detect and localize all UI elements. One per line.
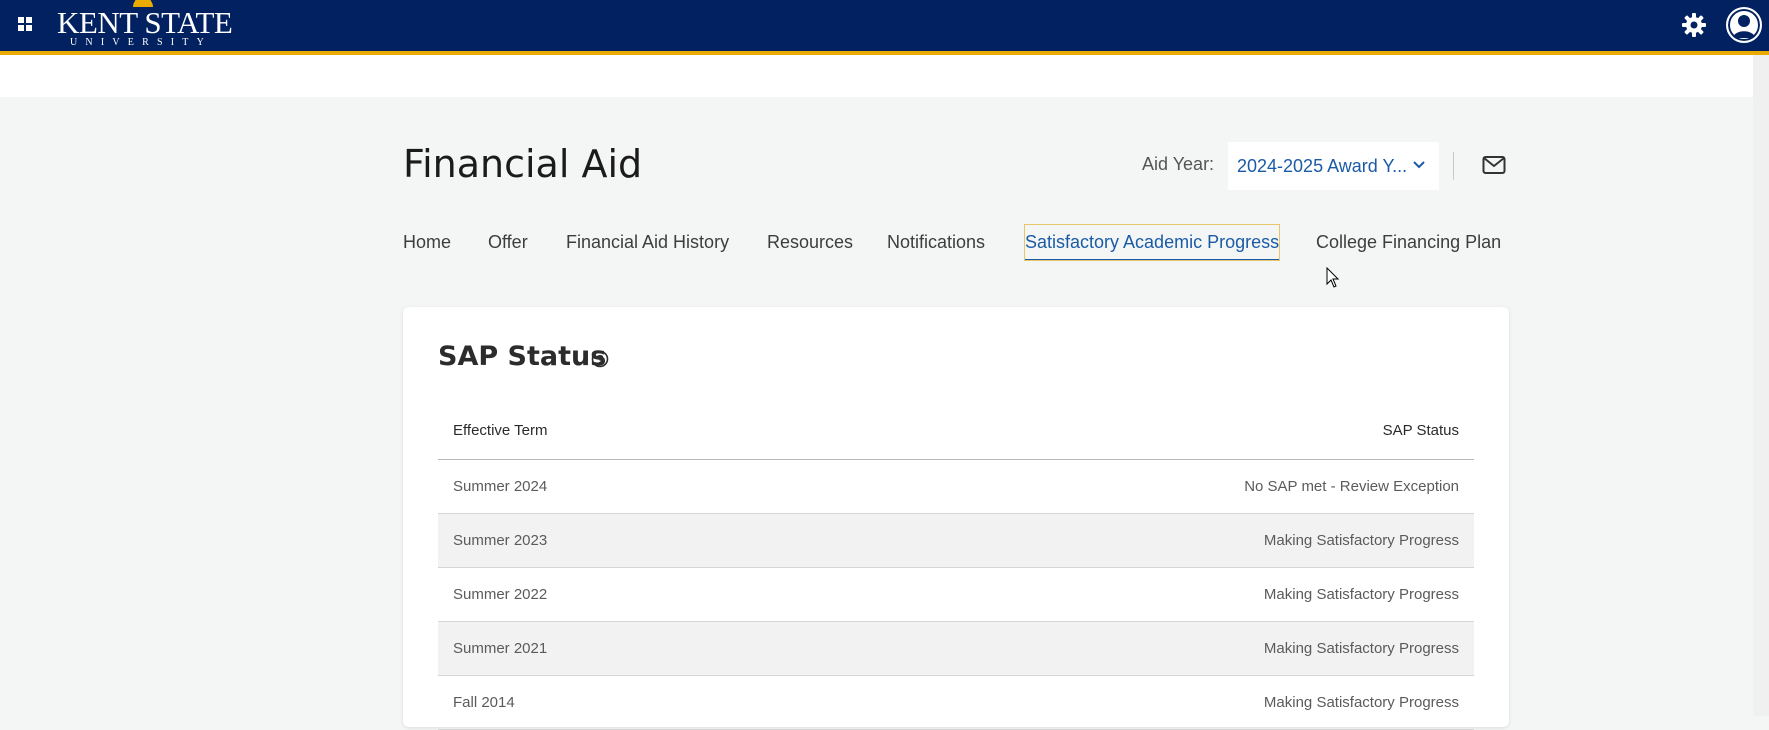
effective-term-cell: Summer 2024 <box>453 478 548 495</box>
sap-status-cell: Making Satisfactory Progress <box>1263 586 1459 603</box>
tab-home[interactable]: Home <box>403 231 451 261</box>
sap-status-table: Effective Term SAP Status Summer 2024 No… <box>438 386 1474 730</box>
column-header-sap-status: SAP Status <box>1382 422 1459 439</box>
sap-status-title: SAP Status <box>438 341 607 372</box>
apps-grid-icon[interactable] <box>14 13 36 35</box>
sap-status-card: SAP Status Effective Term SAP Status Sum… <box>403 307 1509 730</box>
help-icon[interactable] <box>591 350 609 368</box>
logo-subtext: UNIVERSITY <box>70 37 212 48</box>
tab-financial-aid-history[interactable]: Financial Aid History <box>566 231 729 261</box>
effective-term-cell: Summer 2021 <box>453 640 548 657</box>
table-row: Summer 2024 No SAP met - Review Exceptio… <box>438 460 1474 514</box>
gear-icon[interactable] <box>1680 11 1708 39</box>
tab-satisfactory-academic-progress[interactable]: Satisfactory Academic Progress <box>1023 224 1281 261</box>
subheader-strip <box>0 55 1769 97</box>
header-divider <box>1453 152 1454 180</box>
tab-college-financing-plan[interactable]: College Financing Plan <box>1316 231 1501 261</box>
sap-status-cell: No SAP met - Review Exception <box>1244 478 1459 495</box>
tab-offer[interactable]: Offer <box>488 231 528 261</box>
aid-year-label: Aid Year: <box>1142 154 1215 174</box>
table-header-row: Effective Term SAP Status <box>438 386 1474 460</box>
tab-resources[interactable]: Resources <box>767 231 853 261</box>
sap-status-cell: Making Satisfactory Progress <box>1263 640 1459 657</box>
mouse-cursor-icon <box>1326 267 1340 288</box>
aid-year-selected-value: 2024-2025 Award Y... <box>1237 156 1408 176</box>
sap-status-cell: Making Satisfactory Progress <box>1263 694 1459 711</box>
aid-year-dropdown[interactable]: 2024-2025 Award Y... <box>1228 142 1439 190</box>
effective-term-cell: Summer 2023 <box>453 532 548 549</box>
top-header-bar: KENT STATE UNIVERSITY <box>0 0 1769 55</box>
sap-status-cell: Making Satisfactory Progress <box>1263 532 1459 549</box>
table-row: Summer 2022 Making Satisfactory Progress <box>438 568 1474 622</box>
chevron-down-icon <box>1413 161 1425 169</box>
table-row: Summer 2023 Making Satisfactory Progress <box>438 514 1474 568</box>
kent-state-logo[interactable]: KENT STATE UNIVERSITY <box>57 0 247 51</box>
column-header-effective-term: Effective Term <box>453 422 548 439</box>
page-title: Financial Aid <box>403 142 643 186</box>
table-row: Fall 2014 Making Satisfactory Progress <box>438 676 1474 730</box>
envelope-icon[interactable] <box>1482 155 1506 180</box>
table-row: Summer 2021 Making Satisfactory Progress <box>438 622 1474 676</box>
user-avatar-icon[interactable] <box>1726 7 1762 43</box>
tab-notifications[interactable]: Notifications <box>887 231 985 261</box>
effective-term-cell: Summer 2022 <box>453 586 548 603</box>
page-scrollbar[interactable] <box>1753 55 1769 716</box>
logo-wordmark: KENT STATE <box>57 5 233 40</box>
effective-term-cell: Fall 2014 <box>453 694 515 711</box>
